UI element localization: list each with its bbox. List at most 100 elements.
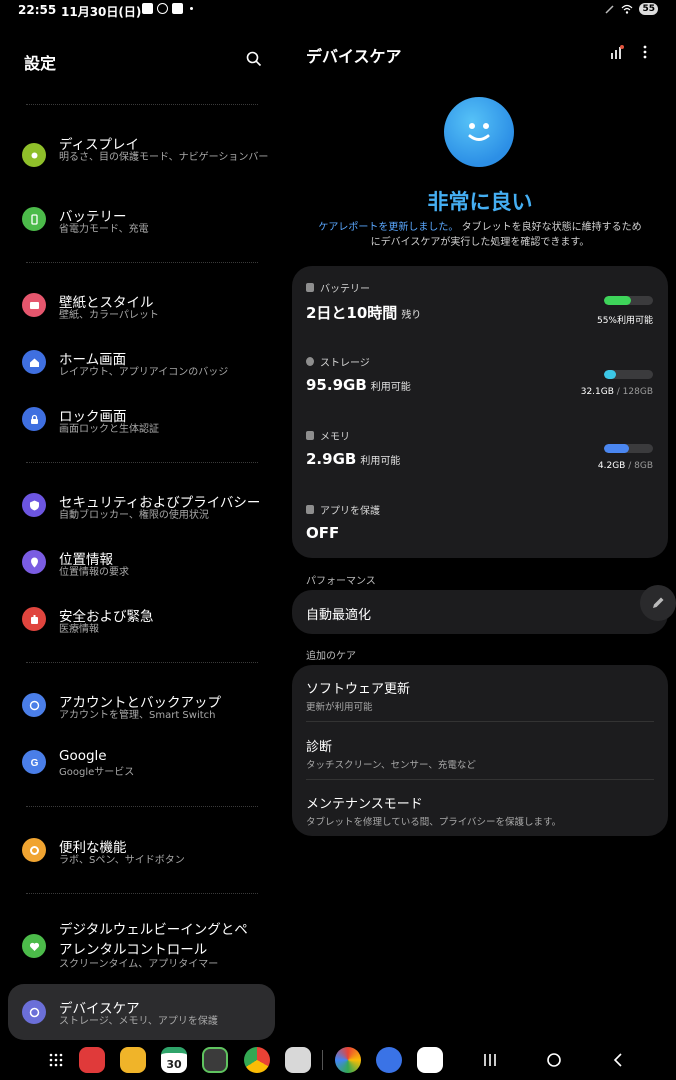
settings-item-title: デバイスケア bbox=[59, 1001, 140, 1017]
settings-item-title: バッテリー bbox=[59, 209, 127, 225]
settings-item-safety-emergency[interactable]: 安全および緊急 医療情報 bbox=[8, 591, 275, 647]
settings-item-subtitle: レイアウト、アプリアイコンのバッジ bbox=[59, 367, 229, 378]
settings-item-location[interactable]: 位置情報 位置情報の要求 bbox=[8, 534, 275, 590]
settings-item-subtitle: Googleサービス bbox=[59, 767, 135, 778]
settings-item-subtitle: 医療情報 bbox=[59, 624, 99, 635]
memory-value: 2.9GB bbox=[306, 450, 357, 468]
performance-section-label: パフォーマンス bbox=[306, 576, 376, 587]
care-report-link[interactable]: ケアレポートを更新しました。 bbox=[318, 222, 458, 233]
storage-total: 128GB bbox=[622, 387, 653, 397]
divider bbox=[26, 662, 258, 663]
settings-item-title: Google bbox=[59, 748, 107, 764]
storage-small-icon bbox=[306, 357, 314, 366]
memory-suffix: 利用可能 bbox=[360, 456, 401, 467]
storage-bar-fill bbox=[604, 370, 617, 379]
calendar-app-icon[interactable]: 30 bbox=[161, 1047, 187, 1073]
edit-button[interactable] bbox=[640, 585, 676, 621]
battery-caption: 55%利用可能 bbox=[596, 316, 653, 326]
device-care-pane: デバイスケア 非常に良い ケアレポートを更新しました。 タブレットを良好な状態に… bbox=[292, 0, 676, 1080]
settings-item-display[interactable]: ディスプレイ 明るさ、目の保護モード、ナビゲーションバー bbox=[8, 127, 275, 183]
more-options-icon[interactable] bbox=[642, 44, 648, 60]
settings-item-subtitle: 位置情報の要求 bbox=[59, 567, 129, 578]
software-update-item[interactable]: ソフトウェア更新 更新が利用可能 bbox=[306, 678, 654, 713]
settings-item-device-care[interactable]: デバイスケア ストレージ、メモリ、アプリを保護 bbox=[8, 984, 275, 1040]
app-drawer-icon[interactable] bbox=[48, 1052, 64, 1068]
search-icon[interactable] bbox=[246, 51, 262, 67]
recents-button-icon[interactable] bbox=[482, 1052, 498, 1068]
settings-item-title: セキュリティおよびプライバシー bbox=[59, 495, 261, 511]
device-status: 非常に良い bbox=[427, 190, 533, 214]
settings-item-subtitle: 明るさ、目の保護モード、ナビゲーションバー bbox=[59, 152, 269, 163]
settings-item-title: 安全および緊急 bbox=[59, 609, 154, 625]
divider bbox=[306, 779, 654, 780]
camera-app-icon[interactable] bbox=[285, 1047, 311, 1073]
location-icon bbox=[22, 550, 46, 574]
back-button-icon[interactable] bbox=[610, 1052, 626, 1068]
stats-icon[interactable] bbox=[610, 44, 624, 60]
shield-small-icon bbox=[306, 505, 314, 514]
storage-used: 32.1GB bbox=[580, 387, 614, 397]
settings-item-security-privacy[interactable]: セキュリティおよびプライバシー 自動ブロッカー、権限の使用状況 bbox=[8, 477, 275, 533]
extra-item-title: メンテナンスモード bbox=[306, 797, 423, 812]
google-icon: G bbox=[22, 750, 46, 774]
settings-item-title: アカウントとバックアップ bbox=[59, 695, 221, 711]
divider bbox=[306, 721, 654, 722]
svg-text:G: G bbox=[30, 758, 38, 769]
status-face-icon bbox=[444, 97, 514, 167]
settings-item-accounts-backup[interactable]: アカウントとバックアップ アカウントを管理、Smart Switch bbox=[8, 677, 275, 733]
settings-item-title: ディスプレイ bbox=[59, 137, 140, 153]
chrome-app-icon[interactable] bbox=[244, 1047, 270, 1073]
gemini-app-icon[interactable] bbox=[335, 1047, 361, 1073]
image-icon bbox=[22, 293, 46, 317]
settings-item-battery[interactable]: バッテリー 省電力モード、充電 bbox=[8, 191, 275, 247]
gear-icon bbox=[22, 838, 46, 862]
settings-item-title: 位置情報 bbox=[59, 552, 113, 568]
calculator-app-icon[interactable] bbox=[202, 1047, 228, 1073]
messages-app-icon[interactable] bbox=[376, 1047, 402, 1073]
care-report-text: ケアレポートを更新しました。 タブレットを良好な状態に維持するため にデバイスケ… bbox=[292, 220, 668, 250]
storage-sep: / bbox=[613, 387, 623, 397]
emergency-icon bbox=[22, 607, 46, 631]
notes-app-icon[interactable] bbox=[79, 1047, 105, 1073]
page-title: デバイスケア bbox=[306, 47, 402, 66]
maintenance-mode-item[interactable]: メンテナンスモード タブレットを修理している間、プライバシーを保護します。 bbox=[306, 793, 654, 828]
battery-label: バッテリー bbox=[320, 284, 370, 295]
diagnostics-item[interactable]: 診断 タッチスクリーン、センサー、充電など bbox=[306, 736, 654, 771]
settings-item-title: デジタルウェルビーイングとペアレンタルコントロール bbox=[59, 922, 248, 958]
settings-item-subtitle: ストレージ、メモリ、アプリを保護 bbox=[59, 1016, 218, 1027]
settings-item-lock-screen[interactable]: ロック画面 画面ロックと生体認証 bbox=[8, 391, 275, 447]
settings-item-title: 壁紙とスタイル bbox=[59, 295, 154, 311]
settings-item-wallpaper[interactable]: 壁紙とスタイル 壁紙、カラーパレット bbox=[8, 277, 275, 333]
sync-icon bbox=[22, 693, 46, 717]
storage-label: ストレージ bbox=[320, 358, 370, 369]
files-app-icon[interactable] bbox=[120, 1047, 146, 1073]
divider bbox=[26, 806, 258, 807]
battery-bar-fill bbox=[604, 296, 631, 305]
settings-list-pane: 設定 ディスプレイ 明るさ、目の保護モード、ナビゲーションバー バッテリー 省電… bbox=[0, 0, 284, 1080]
settings-item-advanced-features[interactable]: 便利な機能 ラボ、Sペン、サイドボタン bbox=[8, 822, 275, 878]
battery-small-icon bbox=[306, 283, 314, 292]
play-store-app-icon[interactable] bbox=[417, 1047, 443, 1073]
memory-bar bbox=[604, 444, 653, 453]
settings-item-digital-wellbeing[interactable]: デジタルウェルビーイングとペアレンタルコントロール スクリーンタイム、アプリタイ… bbox=[8, 912, 275, 980]
extra-item-subtitle: 更新が利用可能 bbox=[306, 702, 373, 713]
app-protection-label: アプリを保護 bbox=[320, 506, 380, 517]
status-card: バッテリー 2日と10時間 残り 55%利用可能 ストレージ 95.9GB 利用可能… bbox=[292, 266, 668, 558]
memory-total: 8GB bbox=[634, 461, 653, 471]
care-report-text-2: にデバイスケアが実行した処理を確認できます。 bbox=[370, 237, 590, 248]
auto-optimize-card[interactable]: 自動最適化 bbox=[292, 590, 668, 634]
settings-item-google[interactable]: G Google Googleサービス bbox=[8, 734, 275, 790]
home-button-icon[interactable] bbox=[546, 1052, 562, 1068]
settings-item-title: ホーム画面 bbox=[59, 352, 127, 368]
memory-bar-fill bbox=[604, 444, 630, 453]
extra-item-title: ソフトウェア更新 bbox=[306, 682, 411, 697]
battery-bar bbox=[604, 296, 653, 305]
settings-item-title: 便利な機能 bbox=[59, 840, 127, 856]
extra-item-subtitle: タッチスクリーン、センサー、充電など bbox=[306, 760, 476, 771]
heart-icon bbox=[22, 934, 46, 958]
storage-bar bbox=[604, 370, 653, 379]
extra-care-section-label: 追加のケア bbox=[306, 651, 356, 662]
settings-item-home-screen[interactable]: ホーム画面 レイアウト、アプリアイコンのバッジ bbox=[8, 334, 275, 390]
divider bbox=[26, 104, 258, 105]
settings-item-subtitle: ラボ、Sペン、サイドボタン bbox=[59, 855, 185, 866]
